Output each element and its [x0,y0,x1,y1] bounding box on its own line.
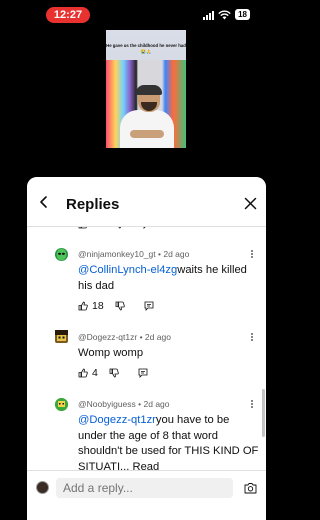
camera-icon[interactable] [244,482,257,494]
comment-meta: @ninjamonkey10_gt • 2d ago [78,249,189,259]
wifi-icon [218,10,231,19]
battery-indicator: 18 [235,9,250,20]
meta-separator: • [158,249,161,259]
reply-input[interactable] [56,478,233,498]
avatar[interactable] [55,248,68,261]
thumbs-up-icon[interactable] [78,368,88,378]
comment-text: Womp womp [78,346,260,362]
like-count: 4 [92,367,98,379]
video-person [120,110,174,148]
replies-sheet: Replies 23 @ninjamonkey10_gt • 2d ago [27,177,266,520]
status-time: 12:27 [46,7,90,23]
comment-time: 2d ago [163,249,190,259]
video-person-hat [136,85,162,95]
meta-separator: • [138,399,142,409]
thumbs-down-icon[interactable] [109,368,119,378]
alien-avatar-icon [56,248,67,261]
sheet-header: Replies [27,177,266,227]
status-bar: 12:27 18 [0,0,292,30]
comment-author[interactable]: @ninjamonkey10_gt [78,249,156,259]
comment-meta: @Noobyiguess • 2d ago [78,399,170,409]
avatar[interactable] [55,330,68,343]
close-icon[interactable] [244,197,257,210]
sheet-title: Replies [66,196,120,213]
status-icons: 18 [203,9,250,20]
reply-icon[interactable] [138,368,148,378]
noob-avatar-icon [55,398,68,411]
more-vert-icon[interactable] [250,250,254,260]
replies-list[interactable]: 23 @ninjamonkey10_gt • 2d ago @CollinLyn… [27,217,266,470]
comment-time: 2d ago [144,332,171,342]
avatar[interactable] [55,398,68,411]
comment-time: 2d ago [143,399,170,409]
thumbs-up-icon[interactable] [78,301,88,311]
comment-actions: 4 [78,367,148,379]
thumbs-down-icon[interactable] [115,301,125,311]
comment-meta: @Dogezz-qt1zr • 2d ago [78,332,171,342]
video-thumbnail[interactable]: He gave us the childhood he never had 😭🙏 [106,30,186,148]
video-person-arms [130,130,164,138]
like-group: 4 [78,367,98,379]
comment-text: @Dogezz-qt1zryou have to be under the ag… [78,413,260,470]
comment-text: @CollinLynch-el4zgwaits he killed his da… [78,263,260,294]
pixel-avatar-icon [55,330,68,341]
comment-author[interactable]: @Dogezz-qt1zr [78,332,137,342]
signal-icon [203,10,215,20]
reply-bar [27,470,266,520]
comment-actions: 18 [78,300,154,312]
like-count: 18 [92,300,104,312]
like-group: 18 [78,300,104,312]
comment-body: Womp womp [78,347,144,359]
comment-author[interactable]: @Noobyiguess [78,399,136,409]
more-vert-icon[interactable] [250,333,254,343]
comment-mention[interactable]: @CollinLynch-el4zg [78,264,177,276]
more-vert-icon[interactable] [250,400,254,410]
chevron-left-icon[interactable] [37,195,51,209]
reply-icon[interactable] [144,301,154,311]
comment-mention[interactable]: @Dogezz-qt1zr [78,414,156,426]
meta-separator: • [139,332,143,342]
user-avatar [36,481,49,494]
video-caption: He gave us the childhood he never had 😭🙏 [106,43,186,54]
scrollbar[interactable] [262,389,265,437]
